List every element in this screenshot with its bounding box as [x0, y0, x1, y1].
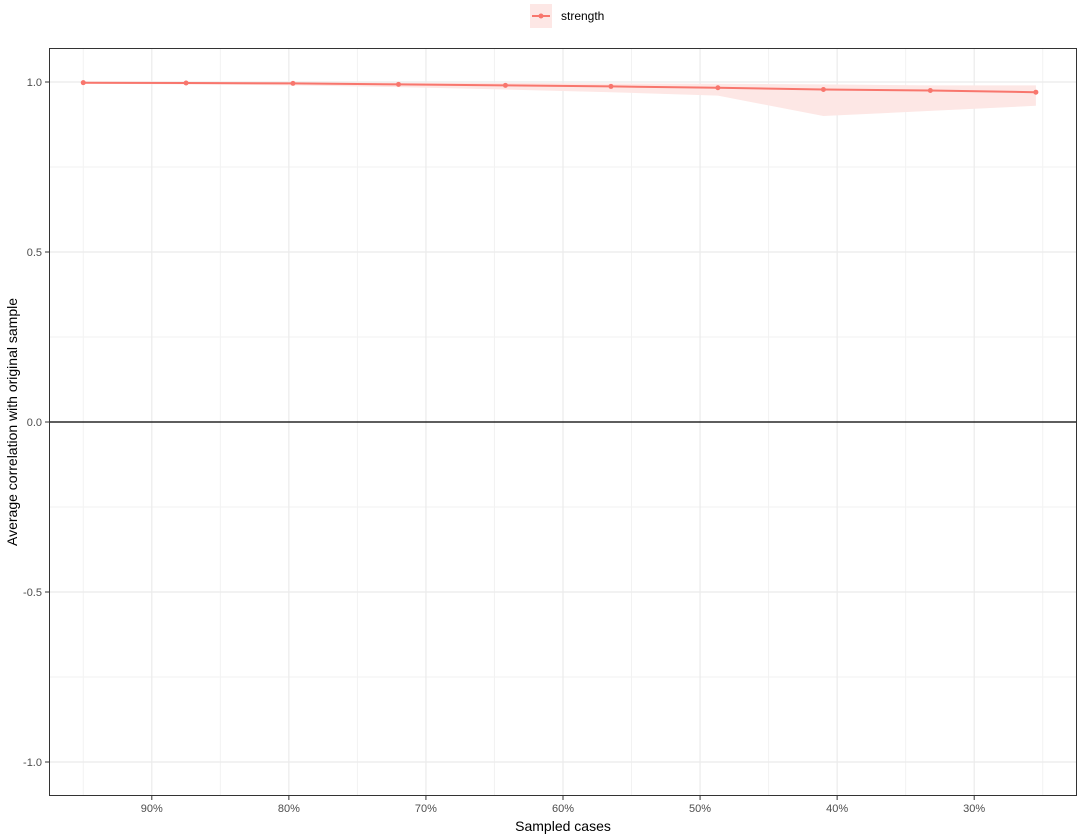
data-point [396, 81, 402, 87]
x-axis-title: Sampled cases [515, 818, 611, 834]
y-tick-label: -1.0 [23, 757, 42, 769]
data-point [1033, 89, 1039, 95]
x-tick-label: 40% [826, 803, 848, 815]
x-tick-label: 50% [689, 803, 711, 815]
data-point [715, 85, 721, 91]
data-point [502, 82, 508, 88]
data-point [820, 86, 826, 92]
data-point [290, 80, 296, 86]
y-tick-label: 0.5 [27, 247, 42, 259]
correlation-stability-chart: strength 1.0 0.5 0.0 -0.5 -1.0 90% 80% 70% 60% 5… [4, 4, 1077, 834]
data-point [608, 83, 614, 89]
y-axis-ticks: 1.0 0.5 0.0 -0.5 -1.0 [23, 77, 49, 769]
x-tick-label: 90% [141, 803, 163, 815]
confidence-ribbon-layer [83, 82, 1036, 116]
legend: strength [530, 4, 604, 28]
y-tick-label: 0.0 [27, 417, 42, 429]
legend-label: strength [561, 9, 604, 23]
legend-key-point [538, 13, 544, 19]
x-tick-label: 60% [552, 803, 574, 815]
y-tick-label: 1.0 [27, 77, 42, 89]
x-axis-ticks: 90% 80% 70% 60% 50% 40% 30% [141, 796, 985, 815]
x-tick-label: 80% [278, 803, 300, 815]
y-tick-label: -0.5 [23, 587, 42, 599]
data-point [183, 80, 189, 86]
x-tick-label: 70% [415, 803, 437, 815]
y-axis-title: Average correlation with original sample [4, 298, 20, 546]
x-tick-label: 30% [963, 803, 985, 815]
data-point [927, 88, 933, 93]
data-point [80, 80, 86, 86]
confidence-ribbon [83, 82, 1036, 116]
